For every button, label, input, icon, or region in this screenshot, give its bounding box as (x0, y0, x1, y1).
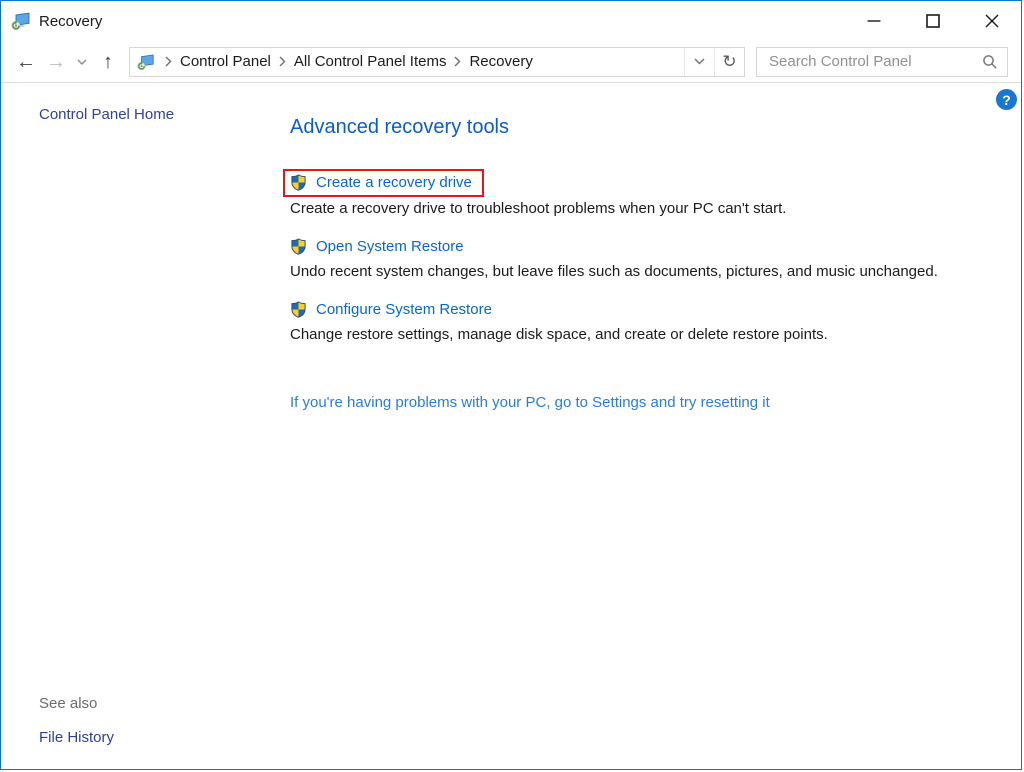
chevron-down-icon (694, 58, 705, 65)
breadcrumb-item-recovery[interactable]: Recovery (469, 53, 532, 70)
see-also-label: See also (39, 695, 98, 712)
sidebar-item-control-panel-home[interactable]: Control Panel Home (39, 106, 174, 123)
help-button[interactable]: ? (996, 89, 1017, 110)
chevron-down-icon (77, 59, 87, 65)
minimize-button[interactable] (844, 1, 903, 41)
recovery-location-icon (137, 53, 155, 71)
navigation-bar: ← → ↑ Control Panel All Control Panel It… (1, 41, 1021, 83)
task-link-label: Configure System Restore (316, 301, 492, 318)
close-button[interactable] (962, 1, 1021, 41)
task-create-recovery-drive: Create a recovery drive Create a recover… (283, 169, 1005, 217)
search-box (756, 46, 1008, 77)
back-button[interactable]: ← (11, 47, 41, 77)
search-icon[interactable] (982, 54, 998, 70)
settings-reset-link[interactable]: If you're having problems with your PC, … (290, 394, 770, 411)
address-dropdown-button[interactable] (684, 47, 714, 76)
window-title: Recovery (39, 12, 103, 30)
recent-locations-button[interactable] (71, 47, 93, 77)
sidebar-see-also-section: See also File History (39, 695, 114, 747)
search-input[interactable] (767, 52, 982, 71)
forward-button[interactable]: → (41, 47, 71, 77)
task-link-label: Open System Restore (316, 238, 464, 255)
task-description: Undo recent system changes, but leave fi… (290, 263, 938, 280)
refresh-button[interactable]: ↻ (714, 47, 744, 76)
uac-shield-icon (290, 301, 307, 318)
address-bar[interactable]: Control Panel All Control Panel Items Re… (129, 46, 745, 77)
breadcrumb-item-all-control-panel-items[interactable]: All Control Panel Items (294, 53, 447, 70)
minimize-icon (867, 20, 880, 22)
maximize-button[interactable] (903, 1, 962, 41)
breadcrumb-item-control-panel[interactable]: Control Panel (180, 53, 271, 70)
task-description: Create a recovery drive to troubleshoot … (290, 200, 787, 217)
breadcrumb: Control Panel All Control Panel Items Re… (130, 53, 684, 71)
chevron-right-icon (271, 56, 294, 67)
configure-system-restore-link[interactable]: Configure System Restore (290, 301, 492, 318)
page-title: Advanced recovery tools (290, 116, 510, 138)
close-icon (985, 14, 998, 28)
uac-shield-icon (290, 238, 307, 255)
recovery-app-icon (11, 11, 31, 31)
task-link-label: Create a recovery drive (316, 174, 472, 191)
task-description: Change restore settings, manage disk spa… (290, 326, 828, 343)
up-button[interactable]: ↑ (93, 47, 123, 77)
main-panel: Advanced recovery tools Create a recover… (283, 116, 1005, 412)
sidebar-item-file-history[interactable]: File History (39, 729, 114, 746)
task-configure-system-restore: Configure System Restore Change restore … (290, 301, 1005, 343)
titlebar: Recovery (1, 1, 1021, 41)
create-recovery-drive-link[interactable]: Create a recovery drive (283, 169, 484, 197)
chevron-right-icon (446, 56, 469, 67)
content-area: ? Control Panel Home See also File Histo… (1, 83, 1021, 769)
open-system-restore-link[interactable]: Open System Restore (290, 238, 464, 255)
task-open-system-restore: Open System Restore Undo recent system c… (290, 238, 1005, 280)
uac-shield-icon (290, 174, 307, 191)
caption-buttons (844, 1, 1021, 41)
chevron-right-icon (157, 56, 180, 67)
recovery-window: Recovery ← → ↑ Control Panel All Control… (0, 0, 1022, 770)
maximize-icon (925, 14, 940, 28)
